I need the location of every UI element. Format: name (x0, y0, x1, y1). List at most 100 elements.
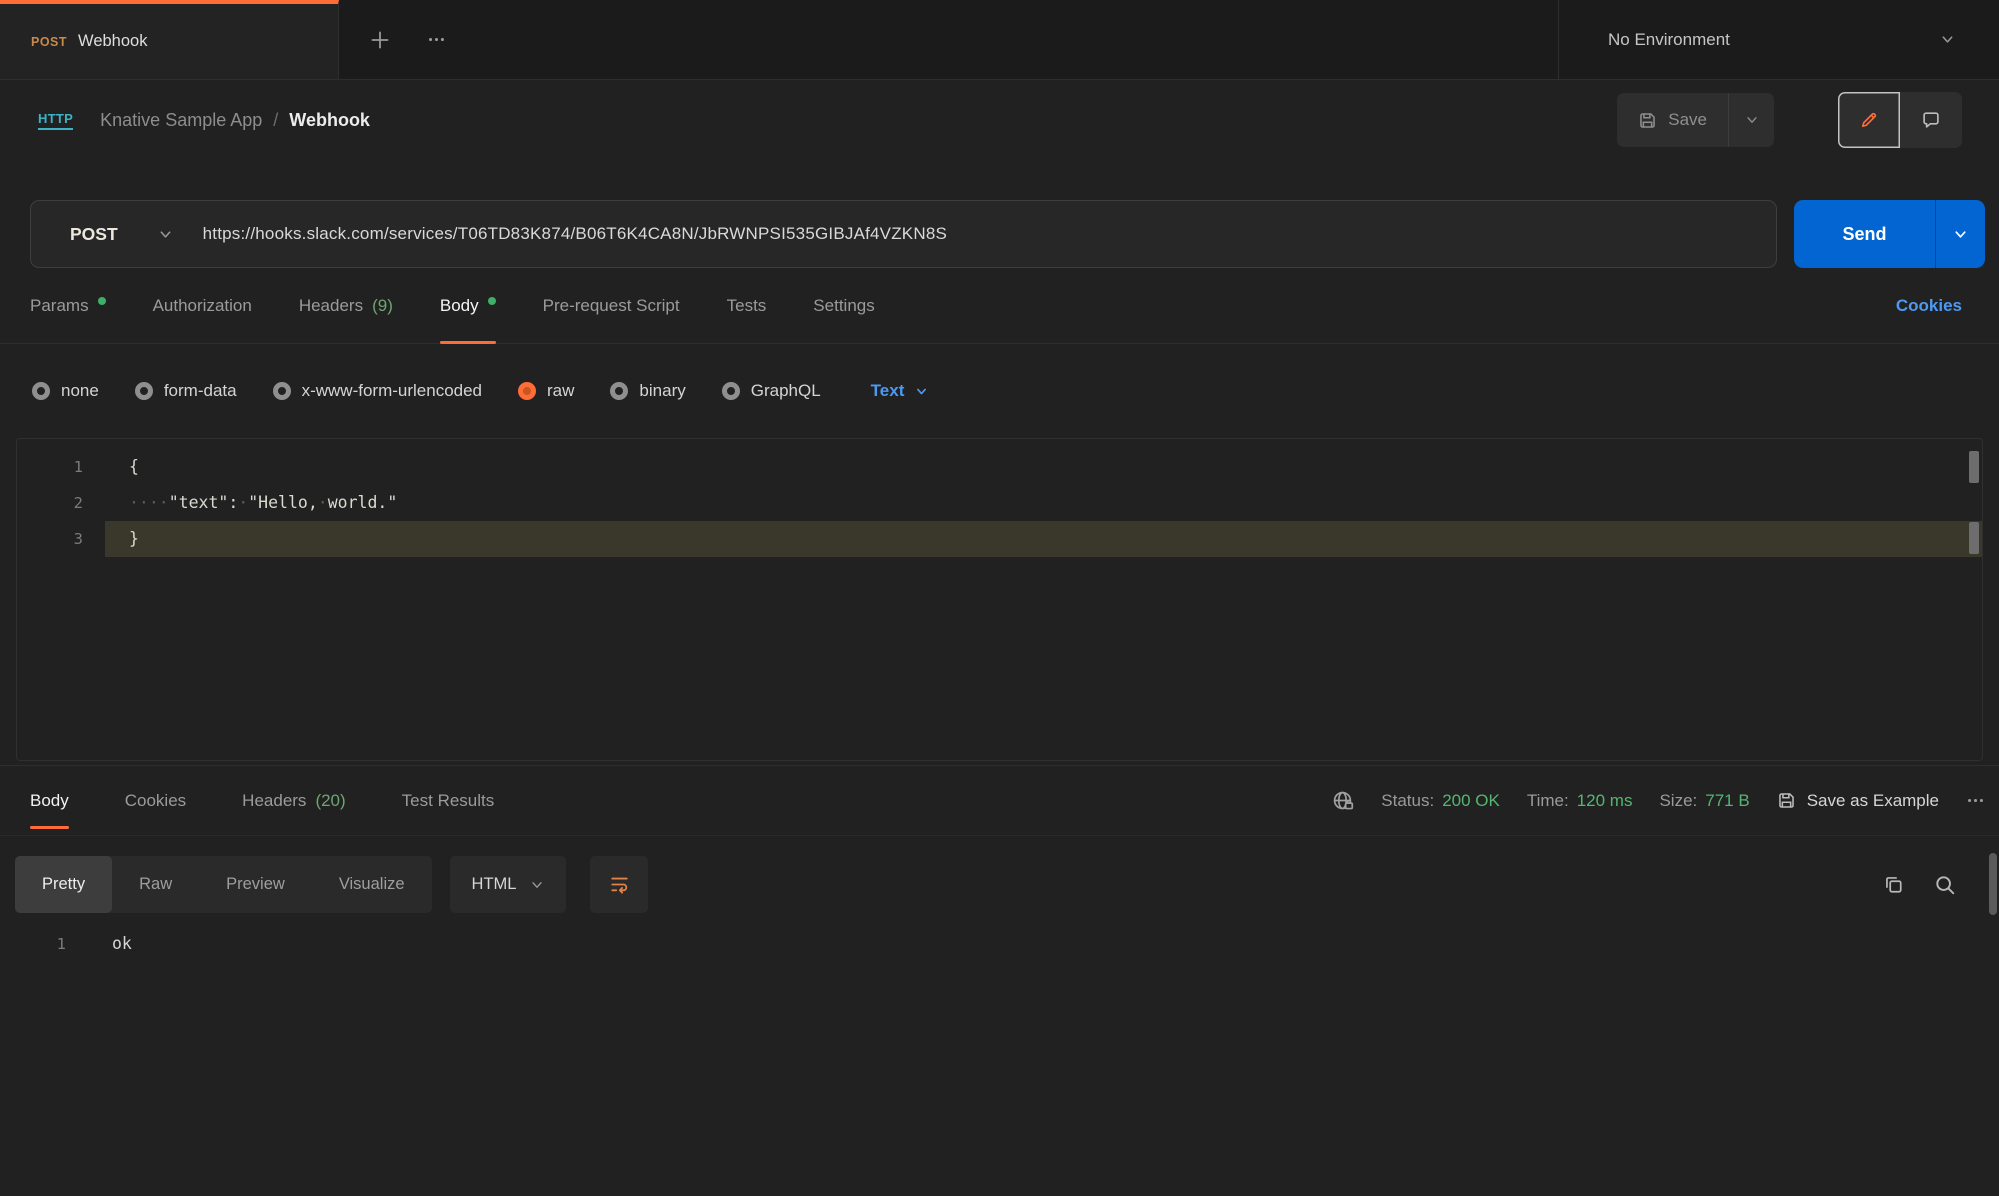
raw-format-label: Text (871, 381, 905, 401)
response-options-button[interactable] (1966, 791, 1985, 810)
view-preview-button[interactable]: Preview (199, 856, 312, 913)
tab-settings[interactable]: Settings (813, 268, 874, 343)
doc-actions-group (1838, 92, 1962, 148)
response-tab-cookies-label: Cookies (125, 791, 186, 811)
save-button[interactable]: Save (1617, 93, 1728, 147)
wrap-lines-button[interactable] (590, 856, 648, 913)
editor-scrollbar-mark[interactable] (1969, 522, 1979, 554)
tab-pre-request-label: Pre-request Script (543, 296, 680, 316)
response-tab-body[interactable]: Body (30, 766, 69, 835)
save-as-example-button[interactable]: Save as Example (1777, 791, 1939, 811)
size-indicator: Size: 771 B (1659, 791, 1749, 811)
radio-graphql[interactable]: GraphQL (722, 381, 821, 401)
url-row: POST https://hooks.slack.com/services/T0… (0, 160, 1999, 268)
response-tab-headers[interactable]: Headers (20) (242, 766, 346, 835)
radio-graphql-label: GraphQL (751, 381, 821, 401)
edit-request-button[interactable] (1838, 92, 1900, 148)
save-options-button[interactable] (1728, 93, 1774, 147)
code-line-2: 2 ····"text":·"Hello,·world." (17, 485, 1982, 521)
headers-count: (9) (372, 296, 393, 316)
pencil-icon (1859, 110, 1879, 130)
radio-circle (135, 382, 153, 400)
chevron-down-icon (1953, 227, 1968, 242)
wrap-lines-icon (609, 874, 630, 895)
http-protocol-icon: HTTP (38, 111, 73, 130)
view-pretty-button[interactable]: Pretty (15, 856, 112, 913)
request-tab-webhook[interactable]: POST Webhook (0, 0, 339, 79)
search-response-button[interactable] (1934, 874, 1956, 896)
chevron-down-icon (1745, 113, 1759, 127)
save-button-label: Save (1668, 110, 1707, 130)
radio-circle (722, 382, 740, 400)
breadcrumb-request-name[interactable]: Webhook (289, 110, 370, 131)
tab-headers[interactable]: Headers (9) (299, 268, 393, 343)
tab-params-label: Params (30, 296, 89, 316)
response-body: 1 ok (0, 925, 1999, 963)
radio-x-www-form-urlencoded[interactable]: x-www-form-urlencoded (273, 381, 482, 401)
tab-headers-label: Headers (299, 296, 363, 316)
response-tab-test-results[interactable]: Test Results (402, 766, 495, 835)
tab-settings-label: Settings (813, 296, 874, 316)
body-type-row: none form-data x-www-form-urlencoded raw… (0, 344, 1999, 438)
code-line-1: 1 { (17, 449, 1982, 485)
copy-response-button[interactable] (1883, 874, 1904, 895)
radio-raw-label: raw (547, 381, 574, 401)
response-format-label: HTML (472, 875, 517, 894)
radio-binary[interactable]: binary (610, 381, 685, 401)
raw-format-dropdown[interactable]: Text (871, 381, 929, 401)
cookies-link[interactable]: Cookies (1896, 296, 1962, 316)
response-tab-cookies[interactable]: Cookies (125, 766, 186, 835)
send-button[interactable]: Send (1794, 200, 1935, 268)
tab-bar: POST Webhook No Environment (0, 0, 1999, 80)
breadcrumb-collection[interactable]: Knative Sample App (100, 110, 262, 131)
radio-none[interactable]: none (32, 381, 99, 401)
view-raw-button[interactable]: Raw (112, 856, 199, 913)
whitespace-dots: ···· (129, 493, 169, 512)
radio-binary-label: binary (639, 381, 685, 401)
tab-body[interactable]: Body (440, 268, 496, 343)
url-bar[interactable]: POST https://hooks.slack.com/services/T0… (30, 200, 1777, 268)
radio-form-data[interactable]: form-data (135, 381, 237, 401)
new-tab-button[interactable] (351, 0, 409, 79)
network-info-icon[interactable] (1331, 789, 1354, 812)
response-tab-headers-label: Headers (242, 791, 306, 811)
tab-options-button[interactable] (409, 0, 464, 79)
response-tools (1883, 874, 1956, 896)
method-dropdown[interactable]: POST (31, 224, 203, 245)
radio-raw[interactable]: raw (518, 381, 574, 401)
status-label: Status: (1381, 791, 1434, 811)
response-format-dropdown[interactable]: HTML (450, 856, 567, 913)
more-dots-icon (1966, 791, 1985, 810)
url-input[interactable]: https://hooks.slack.com/services/T06TD83… (203, 224, 947, 244)
tab-method-badge: POST (31, 35, 67, 49)
view-visualize-button[interactable]: Visualize (312, 856, 432, 913)
window-scrollbar-thumb[interactable] (1989, 853, 1997, 915)
save-as-example-label: Save as Example (1807, 791, 1939, 811)
editor-scrollbar-mark[interactable] (1969, 451, 1979, 483)
radio-form-data-label: form-data (164, 381, 237, 401)
request-tabs: Params Authorization Headers (9) Body Pr… (0, 268, 1999, 344)
send-options-button[interactable] (1935, 200, 1985, 268)
breadcrumb-separator: / (273, 110, 278, 131)
chevron-down-icon (158, 227, 173, 242)
request-header-actions: Save (1617, 92, 1962, 148)
more-dots-icon (427, 30, 446, 49)
tab-params[interactable]: Params (30, 268, 106, 343)
size-label: Size: (1659, 791, 1697, 811)
tab-pre-request-script[interactable]: Pre-request Script (543, 268, 680, 343)
environment-selector[interactable]: No Environment (1558, 0, 1999, 79)
line-number: 1 (17, 449, 105, 485)
tab-authorization[interactable]: Authorization (153, 268, 252, 343)
radio-circle-selected (518, 382, 536, 400)
response-tab-body-label: Body (30, 791, 69, 811)
line-number: 1 (0, 925, 88, 963)
request-body-editor[interactable]: 1 { 2 ····"text":·"Hello,·world." 3 } (16, 438, 1983, 761)
save-icon (1777, 791, 1796, 810)
code-text: { (105, 449, 1982, 485)
comments-button[interactable] (1900, 92, 1962, 148)
copy-icon (1883, 874, 1904, 895)
response-tab-test-results-label: Test Results (402, 791, 495, 811)
radio-circle (32, 382, 50, 400)
response-toolbar: Pretty Raw Preview Visualize HTML (0, 856, 1999, 913)
tab-tests[interactable]: Tests (727, 268, 767, 343)
